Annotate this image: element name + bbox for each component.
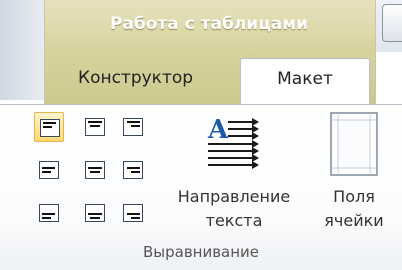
tab-maket[interactable]: Макет bbox=[240, 58, 370, 107]
align-top-right-button[interactable] bbox=[118, 112, 148, 142]
window-edge bbox=[0, 0, 44, 100]
text-direction-label-line2: текста bbox=[205, 211, 263, 230]
text-direction-icon: A bbox=[207, 115, 259, 169]
align-center-right-icon bbox=[123, 161, 143, 179]
align-center-left-icon bbox=[39, 161, 59, 179]
align-bottom-left-icon bbox=[39, 204, 59, 222]
svg-text:A: A bbox=[207, 115, 229, 145]
cell-margins-icon bbox=[330, 112, 378, 176]
align-center-right-button[interactable] bbox=[118, 155, 148, 185]
align-center-center-button[interactable] bbox=[80, 155, 110, 185]
align-bottom-right-button[interactable] bbox=[118, 198, 148, 228]
cell-margins-label-line2: ячейки bbox=[324, 211, 384, 230]
align-top-left-button[interactable] bbox=[34, 112, 64, 142]
cell-margins-label-line1: Поля bbox=[333, 187, 375, 206]
tab-konstruktor[interactable]: Конструктор bbox=[78, 68, 193, 88]
align-center-center-icon bbox=[85, 161, 105, 179]
align-bottom-center-icon bbox=[85, 204, 105, 222]
align-bottom-right-icon bbox=[123, 204, 143, 222]
window-control-button[interactable] bbox=[382, 4, 402, 42]
align-top-center-icon bbox=[85, 118, 105, 136]
align-top-right-icon bbox=[123, 118, 143, 136]
tab-maket-label: Макет bbox=[277, 69, 333, 89]
cell-margins-button[interactable]: Поля ячейки bbox=[308, 110, 400, 238]
align-center-left-button[interactable] bbox=[34, 155, 64, 185]
align-bottom-center-button[interactable] bbox=[80, 198, 110, 228]
align-top-left-icon bbox=[40, 119, 60, 137]
align-bottom-left-button[interactable] bbox=[34, 198, 64, 228]
text-direction-button[interactable]: A Направление текста bbox=[162, 110, 306, 238]
text-direction-label-line1: Направление bbox=[177, 187, 291, 206]
align-top-center-button[interactable] bbox=[80, 112, 110, 142]
group-label-alignment: Выравнивание bbox=[142, 243, 260, 261]
context-tab-group-title: Работа с таблицами bbox=[109, 14, 309, 34]
